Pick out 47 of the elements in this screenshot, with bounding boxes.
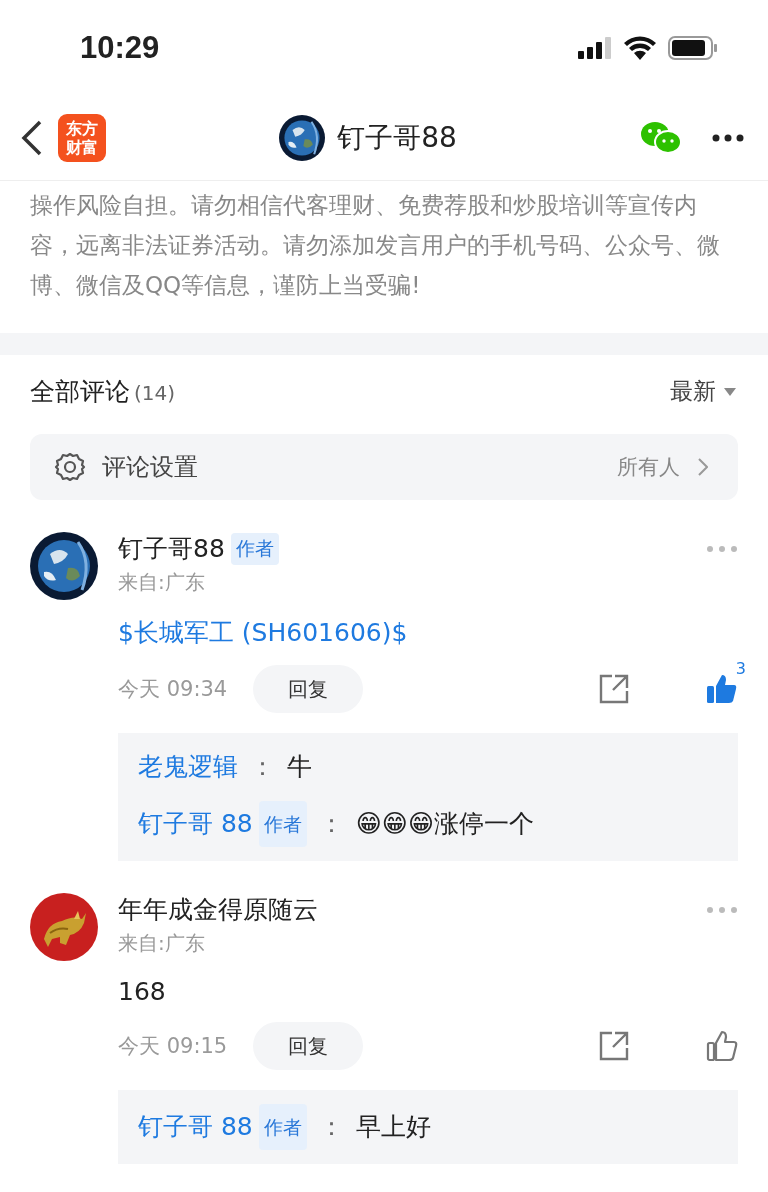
reply-text: 早上好 <box>355 1111 431 1143</box>
back-icon[interactable] <box>20 120 44 156</box>
author-badge: 作者 <box>230 532 279 565</box>
comment-time: 今天 09:34 <box>118 676 228 703</box>
user-name[interactable]: 钉子哥 88 <box>138 1107 253 1147</box>
signal-icon <box>578 37 612 59</box>
user-name[interactable]: 年年成金得原随云 <box>118 893 318 926</box>
risk-notice: 操作风险自担。请勿相信代客理财、免费荐股和炒股培训等宣传内容，远离非法证券活动。请勿添加发言用户的手机号码、公众号、微博、微信及QQ等信息，谨防上当受骗! <box>29 191 721 300</box>
reply-button[interactable]: 回复 <box>253 1022 364 1070</box>
reply-button[interactable]: 回复 <box>253 665 364 713</box>
caret-icon <box>724 387 736 396</box>
wifi-icon <box>624 36 656 60</box>
comment-count: (14) <box>134 381 176 405</box>
share-icon[interactable] <box>598 1030 630 1062</box>
more-icon[interactable] <box>712 134 744 142</box>
settings-value: 所有人 <box>617 454 680 481</box>
nav-title: 钉子哥88 <box>337 120 457 156</box>
colon-separator: ： <box>318 808 344 840</box>
comments-title: 全部评论 <box>30 377 130 406</box>
gear-icon <box>54 451 86 483</box>
settings-label: 评论设置 <box>102 452 199 483</box>
author-badge: 作者 <box>258 1104 307 1150</box>
share-icon[interactable] <box>598 673 630 705</box>
comment-settings-row[interactable]: 评论设置 所有人 <box>30 434 738 500</box>
user-name[interactable]: 老鬼逻辑 <box>138 747 238 787</box>
reply-text: 😁😁😁涨停一个 <box>355 808 534 840</box>
author-badge: 作者 <box>258 801 307 847</box>
chevron-right-icon <box>698 458 708 476</box>
clock-time: 10:29 <box>80 30 160 66</box>
colon-separator: ： <box>250 751 275 783</box>
comment-time: 今天 09:15 <box>118 1033 228 1060</box>
reply-text: 牛 <box>287 751 312 783</box>
location-text: 来自:广东 <box>118 569 206 596</box>
sort-label: 最新 <box>670 377 716 406</box>
thumbs-up-icon[interactable] <box>706 1030 738 1062</box>
colon-separator: ： <box>318 1111 344 1143</box>
comment-text: 168 <box>118 977 166 1006</box>
user-name[interactable]: 钉子哥88 <box>118 532 225 565</box>
thumbs-up-icon[interactable] <box>706 673 738 705</box>
battery-icon <box>668 36 718 60</box>
stock-link[interactable]: $长城军工 (SH601606)$ <box>118 616 408 649</box>
app-logo: 东方 财富 <box>58 114 106 162</box>
chat-icon[interactable] <box>640 121 682 155</box>
sort-dropdown[interactable]: 最新 <box>670 376 736 407</box>
user-name[interactable]: 钉子哥 88 <box>138 804 253 844</box>
location-text: 来自:广东 <box>118 930 206 957</box>
like-count: 3 <box>735 659 746 678</box>
